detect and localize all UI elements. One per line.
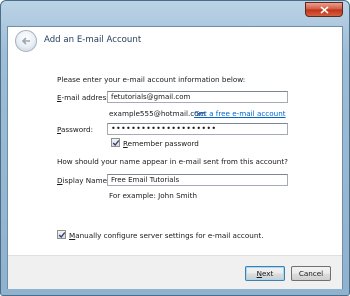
manual-label-rest: anually configure server settings for e-…: [75, 231, 264, 240]
manual-configure-checkbox[interactable]: [57, 230, 66, 239]
password-label: Password:: [57, 125, 93, 134]
manual-configure-label[interactable]: Manually configure server settings for e…: [69, 231, 263, 240]
free-email-link[interactable]: Get a free e-mail account: [194, 109, 286, 118]
back-arrow-icon: [21, 37, 30, 45]
remember-label-rest: emember password: [127, 139, 199, 148]
password-label-rest: assword:: [61, 125, 93, 134]
title-bar: [1, 1, 349, 27]
password-input[interactable]: •••••••••••••••••••••: [107, 123, 288, 135]
remember-password-checkbox[interactable]: [111, 138, 120, 147]
remember-password-label[interactable]: Remember password: [123, 139, 199, 148]
email-label: E-mail address:: [57, 93, 112, 102]
display-name-example: For example: John Smith: [109, 191, 198, 200]
email-label-rest: -mail address:: [61, 93, 113, 102]
dialog-title: Add an E-mail Account: [44, 35, 142, 45]
wizard-header: Add an E-mail Account: [8, 27, 342, 61]
next-label-rest: ext: [262, 269, 274, 278]
button-bar: Next Cancel: [8, 255, 342, 289]
form-content: Please enter your e-mail account informa…: [8, 61, 342, 257]
close-x-icon: [320, 6, 329, 14]
email-example-text: example555@hotmail.com: [109, 109, 206, 118]
dialog-client-area: Add an E-mail Account Please enter your …: [7, 26, 343, 289]
intro-text: Please enter your e-mail account informa…: [57, 75, 246, 84]
display-label-rest: isplay Name:: [62, 176, 110, 185]
checkmark-icon: [58, 232, 66, 239]
checkmark-icon: [112, 140, 120, 147]
display-name-label: Display Name:: [57, 176, 109, 185]
display-name-question: How should your name appear in e-mail se…: [57, 157, 288, 166]
display-name-input[interactable]: Free Email Tutorials: [107, 174, 288, 186]
dialog-window: Add an E-mail Account Please enter your …: [0, 0, 350, 296]
cancel-button[interactable]: Cancel: [291, 266, 331, 281]
email-address-input[interactable]: fetutorials@gmail.com: [107, 91, 288, 103]
next-button[interactable]: Next: [245, 266, 285, 281]
close-button[interactable]: [305, 2, 343, 17]
back-button[interactable]: [15, 30, 37, 52]
